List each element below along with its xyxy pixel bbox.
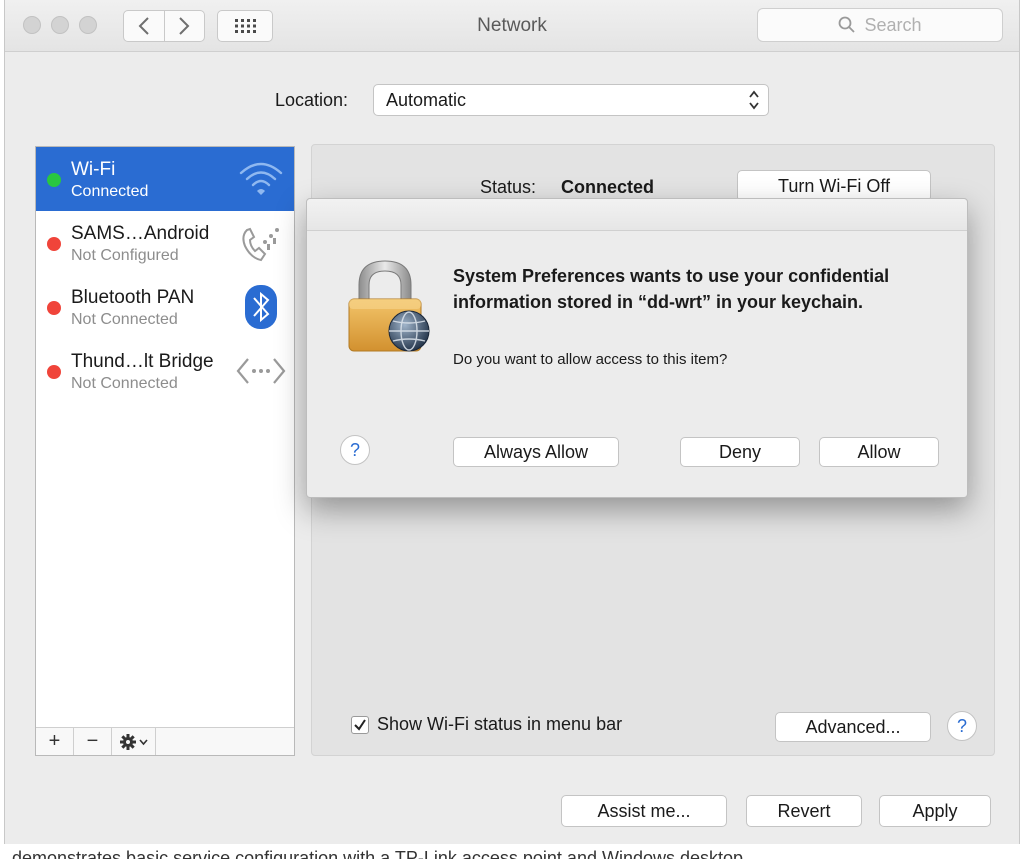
close-window-button[interactable] [23, 16, 41, 34]
status-dot [47, 301, 61, 315]
service-name: Wi-Fi [71, 159, 116, 180]
dialog-message: System Preferences wants to use your con… [453, 266, 890, 312]
search-placeholder: Search [864, 14, 922, 35]
background-page-text: demonstrates basic service configuration… [12, 848, 744, 859]
keychain-access-dialog: System Preferences wants to use your con… [306, 198, 968, 498]
forward-button[interactable] [163, 11, 205, 41]
deny-button[interactable]: Deny [680, 437, 800, 467]
search-icon [839, 16, 856, 33]
location-value: Automatic [386, 90, 467, 110]
back-button[interactable] [124, 11, 164, 41]
dialog-help-button[interactable]: ? [340, 435, 370, 465]
dialog-title-bar [307, 199, 967, 231]
service-name: SAMS…Android [71, 223, 210, 244]
location-select[interactable]: Automatic [373, 84, 769, 116]
thunderbolt-bridge-icon [236, 349, 286, 393]
gear-icon [119, 733, 148, 750]
checkmark-icon [354, 718, 366, 731]
up-down-arrows-icon [749, 90, 759, 110]
back-forward-group [123, 10, 205, 42]
add-service-button[interactable]: + [36, 728, 74, 755]
status-label: Status: [480, 177, 537, 197]
apply-button[interactable]: Apply [879, 795, 991, 827]
service-name: Bluetooth PAN [71, 287, 195, 308]
bluetooth-icon [236, 285, 286, 329]
location-label: Location: [275, 90, 349, 110]
service-item-thunderbolt-bridge[interactable]: Thund…lt Bridge Not Connected [36, 339, 294, 403]
revert-button[interactable]: Revert [746, 795, 862, 827]
service-item-wifi[interactable]: Wi-Fi Connected [36, 147, 294, 211]
service-list-toolbar: + − [36, 727, 294, 755]
minimize-window-button[interactable] [51, 16, 69, 34]
service-status: Not Connected [71, 375, 178, 392]
service-list: Wi-Fi Connected SAMS…Android Not Configu… [35, 146, 295, 756]
title-bar: Network Search [5, 0, 1019, 52]
status-dot [47, 173, 61, 187]
advanced-button[interactable]: Advanced... [775, 712, 931, 742]
dialog-question: Do you want to allow access to this item… [453, 351, 728, 368]
grid-icon [235, 19, 256, 33]
wifi-icon [236, 157, 286, 201]
assist-me-button[interactable]: Assist me... [561, 795, 727, 827]
keychain-lock-icon [345, 257, 435, 361]
search-field[interactable]: Search [757, 8, 1003, 42]
status-value: Connected [561, 177, 655, 197]
service-item-bluetooth-pan[interactable]: Bluetooth PAN Not Connected [36, 275, 294, 339]
show-wifi-status-checkbox[interactable] [351, 715, 369, 734]
network-help-button[interactable]: ? [947, 711, 977, 741]
action-menu-button[interactable] [112, 728, 156, 755]
status-dot [47, 237, 61, 251]
service-status: Connected [71, 183, 149, 200]
phone-icon [236, 221, 286, 265]
service-item-android[interactable]: SAMS…Android Not Configured [36, 211, 294, 275]
allow-button[interactable]: Allow [819, 437, 939, 467]
background-page: demonstrates basic service configuration… [0, 842, 1024, 859]
chevron-right-icon [179, 17, 190, 35]
network-preferences-window: Network Search Location: Automatic Wi-Fi… [4, 0, 1020, 844]
always-allow-button[interactable]: Always Allow [453, 437, 619, 467]
show-wifi-status-label: Show Wi-Fi status in menu bar [377, 714, 623, 734]
show-wifi-status-row[interactable]: Show Wi-Fi status in menu bar [351, 714, 622, 735]
service-name: Thund…lt Bridge [71, 351, 214, 372]
remove-service-button[interactable]: − [74, 728, 112, 755]
status-dot [47, 365, 61, 379]
zoom-window-button[interactable] [79, 16, 97, 34]
show-all-button[interactable] [217, 10, 273, 42]
service-status: Not Configured [71, 247, 179, 264]
service-status: Not Connected [71, 311, 178, 328]
chevron-left-icon [138, 17, 149, 35]
